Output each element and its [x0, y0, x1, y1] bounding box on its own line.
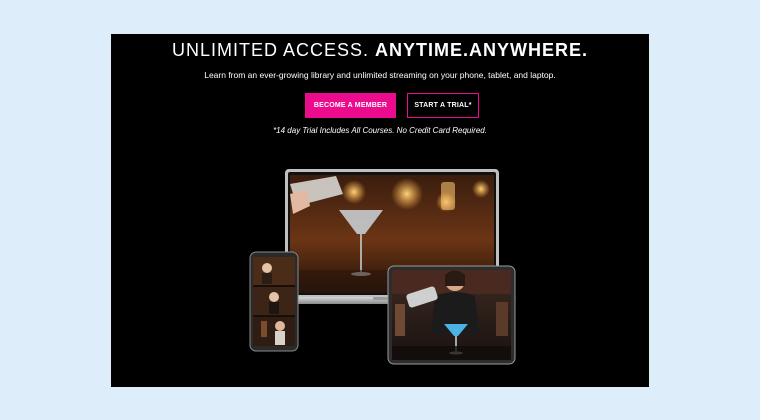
hero-section: UNLIMITED ACCESS. ANYTIME.ANYWHERE. Lear… — [111, 34, 649, 387]
devices-illustration — [249, 169, 516, 365]
smartphone-device — [249, 251, 299, 352]
tablet-device — [387, 265, 516, 365]
